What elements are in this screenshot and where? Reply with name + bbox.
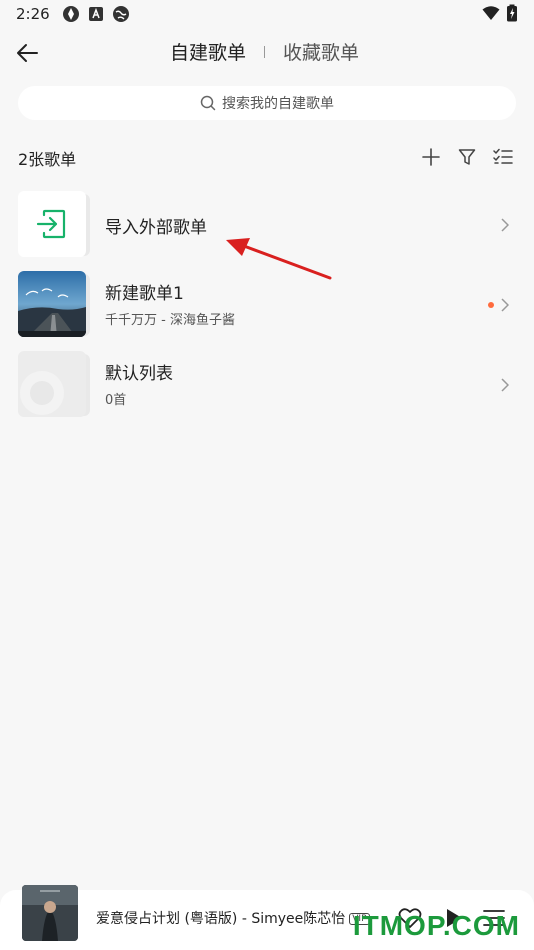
filter-icon — [458, 149, 476, 165]
update-dot — [488, 302, 494, 308]
tab-divider — [264, 45, 266, 58]
list-item-subtitle: 千千万万 - 深海鱼子酱 — [105, 313, 235, 328]
list-item-title: 导入外部歌单 — [105, 218, 207, 238]
search-icon — [200, 95, 216, 111]
filter-button[interactable] — [454, 144, 480, 170]
header: 自建歌单 收藏歌单 — [0, 32, 534, 74]
checklist-icon — [493, 148, 513, 164]
playlist-count: 2张歌单 — [18, 150, 77, 169]
plus-icon — [422, 148, 440, 166]
tabs: 自建歌单 收藏歌单 — [170, 38, 359, 65]
status-time: 2:26 — [16, 5, 50, 23]
watermark-text: ITMOP.COM — [352, 910, 520, 941]
list-item-title: 新建歌单1 — [105, 284, 184, 304]
playlist-cover — [18, 271, 86, 337]
tab-favorites[interactable]: 收藏歌单 — [283, 38, 359, 65]
chevron-right-icon — [498, 215, 512, 235]
battery-icon — [506, 4, 518, 26]
font-notification-icon — [88, 6, 104, 22]
app-notification-icon — [62, 5, 80, 23]
status-bar: 2:26 — [0, 0, 534, 28]
search-placeholder: 搜索我的自建歌单 — [222, 96, 334, 112]
list-item-default[interactable]: 默认列表 0首 — [18, 351, 516, 419]
import-icon — [36, 209, 66, 239]
list-header: 2张歌单 — [18, 144, 516, 170]
wifi-icon — [482, 5, 500, 25]
multi-select-button[interactable] — [490, 144, 516, 170]
import-thumbnail — [18, 191, 86, 257]
list-item-title: 默认列表 — [105, 364, 173, 384]
search-input[interactable]: 搜索我的自建歌单 — [18, 86, 516, 120]
chevron-right-icon — [498, 375, 512, 395]
add-button[interactable] — [418, 144, 444, 170]
arrow-left-icon — [17, 44, 38, 62]
back-button[interactable] — [10, 36, 44, 70]
globe-notification-icon — [112, 5, 130, 23]
tab-self-created[interactable]: 自建歌单 — [170, 38, 246, 65]
default-cover — [18, 351, 86, 417]
now-playing-cover[interactable] — [22, 885, 78, 941]
list-item-subtitle: 0首 — [105, 393, 127, 408]
now-playing-text: 爱意侵占计划 (粤语版) - Simyee陈芯怡 — [96, 911, 346, 927]
disc-icon — [20, 371, 64, 415]
annotation-arrow-icon — [226, 238, 332, 280]
now-playing-title: 爱意侵占计划 (粤语版) - Simyee陈芯怡 VIP — [96, 908, 370, 928]
chevron-right-icon — [498, 295, 512, 315]
